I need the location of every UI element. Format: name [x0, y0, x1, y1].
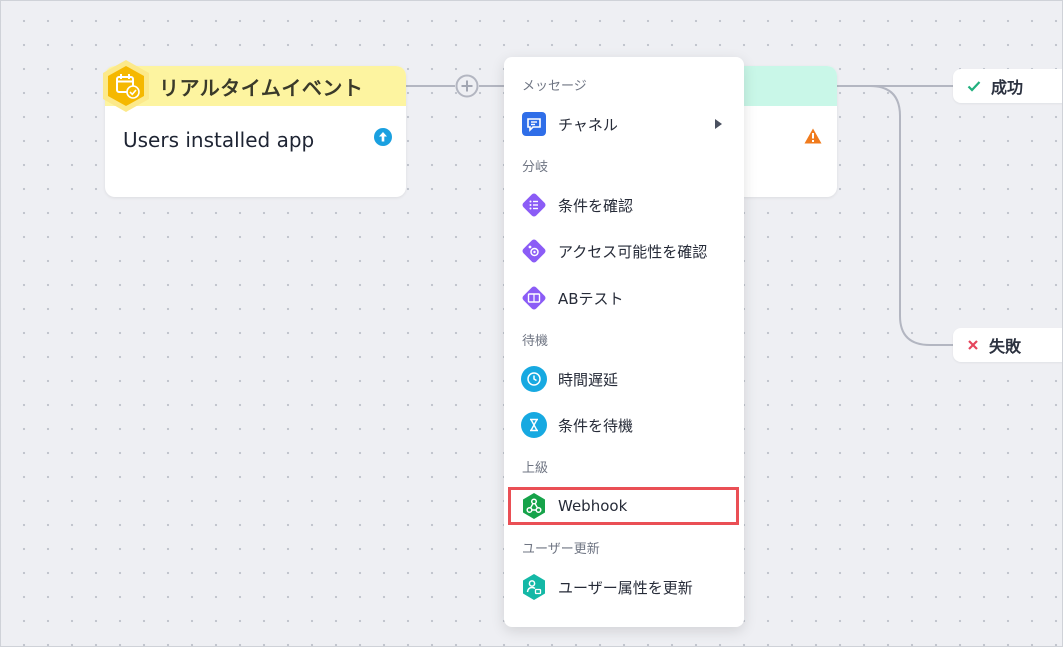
menu-item-channel[interactable]: チャネル: [520, 108, 730, 140]
event-node-description: Users installed app: [123, 128, 315, 152]
menu-item-update-user-attribute-label: ユーザー属性を更新: [558, 578, 693, 597]
hourglass-icon: [520, 411, 548, 439]
arrow-up-circle-icon[interactable]: [374, 128, 392, 146]
submenu-arrow-icon: [715, 119, 722, 129]
success-label: 成功: [991, 78, 1024, 97]
webhook-icon: [520, 492, 548, 520]
reach-icon: [520, 237, 548, 265]
section-branch: 分岐: [522, 160, 549, 175]
add-step-menu: メッセージ チャネル 分岐 条件を確認 アクセス可能性を確認 ABテスト 待機 …: [504, 57, 744, 627]
section-user-update: ユーザー更新: [522, 542, 600, 557]
close-icon: [968, 340, 978, 350]
failure-label: 失敗: [989, 337, 1022, 356]
menu-item-wait-condition[interactable]: 条件を待機: [520, 409, 730, 441]
menu-item-check-reachability-label: アクセス可能性を確認: [558, 242, 708, 261]
menu-item-webhook-label: Webhook: [558, 497, 628, 515]
section-advanced: 上級: [522, 461, 549, 476]
message-icon: [520, 110, 548, 138]
menu-item-check-condition[interactable]: 条件を確認: [520, 189, 730, 221]
menu-item-webhook[interactable]: Webhook: [520, 490, 730, 522]
user-attribute-icon: [520, 573, 548, 601]
success-outcome[interactable]: 成功: [953, 69, 1063, 103]
calendar-check-icon: [103, 60, 149, 112]
list-icon: [520, 191, 548, 219]
menu-item-wait-condition-label: 条件を待機: [558, 416, 634, 435]
clock-icon: [520, 365, 548, 393]
add-step-plus-icon[interactable]: [455, 74, 479, 98]
menu-item-ab-test[interactable]: ABテスト: [520, 282, 730, 314]
menu-item-check-condition-label: 条件を確認: [558, 196, 634, 215]
ab-icon: [520, 284, 548, 312]
check-icon: [967, 81, 981, 92]
menu-item-check-reachability[interactable]: アクセス可能性を確認: [520, 235, 730, 267]
section-wait: 待機: [522, 334, 549, 349]
warning-icon: [804, 128, 822, 144]
realtime-event-node[interactable]: リアルタイムイベント Users installed app: [103, 60, 406, 197]
menu-item-update-user-attribute[interactable]: ユーザー属性を更新: [520, 571, 730, 603]
menu-item-channel-label: チャネル: [558, 115, 618, 134]
event-node-title: リアルタイムイベント: [159, 75, 364, 100]
failure-outcome[interactable]: 失敗: [953, 328, 1063, 362]
menu-item-time-delay-label: 時間遅延: [558, 370, 619, 389]
menu-item-time-delay[interactable]: 時間遅延: [520, 363, 730, 395]
menu-item-ab-test-label: ABテスト: [558, 289, 624, 308]
section-message: メッセージ: [522, 79, 587, 94]
